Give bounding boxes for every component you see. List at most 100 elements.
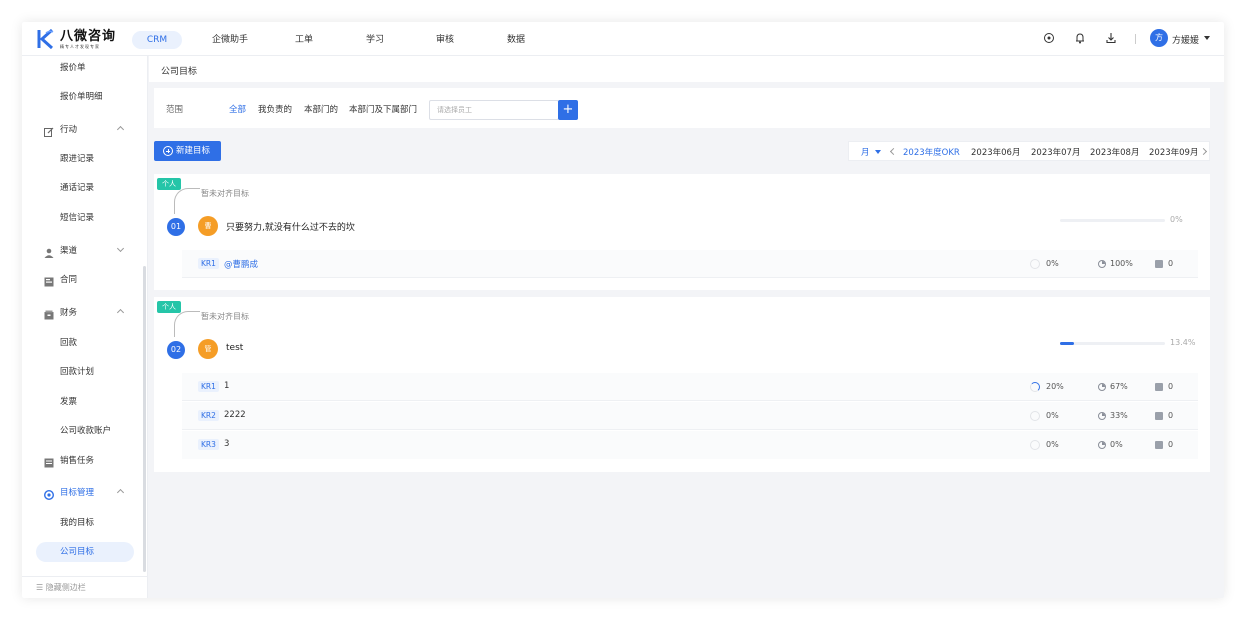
period-2023-09[interactable]: 2023年09月 bbox=[1149, 146, 1198, 158]
goal-scope-tag: 个人 bbox=[157, 301, 181, 313]
period-unit-select[interactable]: 月 bbox=[861, 146, 870, 158]
kr-row[interactable]: KR2 2222 0% 33% 0 bbox=[182, 402, 1198, 430]
download-icon[interactable] bbox=[1104, 31, 1118, 45]
app-window: 八微咨询 精专人才发现专家 CRM 企微助手 工单 学习 审核 数据 方 方媛媛… bbox=[22, 22, 1224, 598]
sidebar-group-contract[interactable]: 合同 bbox=[22, 270, 148, 290]
sidebar-item-receiving-account[interactable]: 公司收款账户 bbox=[22, 421, 148, 441]
target-icon bbox=[43, 488, 55, 501]
period-2023-okr[interactable]: 2023年度OKR bbox=[903, 146, 960, 158]
scope-filter: 范围 全部 我负责的 本部门的 本部门及下属部门 请选择员工 + bbox=[154, 88, 1210, 128]
nav-learning[interactable]: 学习 bbox=[357, 31, 393, 49]
confidence-icon bbox=[1098, 260, 1106, 268]
goal-title[interactable]: 只要努力,就没有什么过不去的坎 bbox=[226, 220, 355, 233]
wallet-icon bbox=[44, 308, 54, 320]
brand-logo[interactable]: 八微咨询 精专人才发现专家 bbox=[36, 27, 116, 51]
kr-count: 0 bbox=[1168, 382, 1174, 391]
kr-confidence: 67% bbox=[1110, 382, 1128, 391]
sidebar-scrollbar[interactable] bbox=[143, 266, 146, 572]
employee-select-input[interactable]: 请选择员工 bbox=[429, 100, 559, 120]
kr-progress: 0% bbox=[1046, 411, 1059, 420]
confidence-icon bbox=[1098, 383, 1106, 391]
chevron-right-icon[interactable] bbox=[1199, 147, 1208, 156]
goal-progress-bar bbox=[1060, 219, 1165, 222]
sidebar-group-channel[interactable]: 渠道 bbox=[22, 241, 148, 261]
goal-align-status[interactable]: 暂未对齐目标 bbox=[201, 311, 249, 322]
goal-progress-label: 0% bbox=[1170, 215, 1183, 224]
goal-title[interactable]: test bbox=[226, 343, 243, 353]
avatar: 曹 bbox=[198, 216, 218, 236]
kr-row[interactable]: KR1 @曹鹏成 0% 100% 0 bbox=[182, 250, 1198, 278]
nav-wecom-assistant[interactable]: 企微助手 bbox=[206, 31, 254, 49]
new-goal-button[interactable]: 新建目标 bbox=[154, 141, 221, 161]
nav-review[interactable]: 审核 bbox=[427, 31, 463, 49]
sidebar-group-action[interactable]: 行动 bbox=[22, 120, 148, 140]
sidebar-item-quotation-detail[interactable]: 报价单明细 bbox=[22, 87, 148, 107]
user-name[interactable]: 方媛媛 bbox=[1172, 33, 1199, 46]
period-2023-06[interactable]: 2023年06月 bbox=[971, 146, 1020, 158]
sidebar-item-company-goals[interactable]: 公司目标 bbox=[36, 542, 134, 562]
kr-confidence: 100% bbox=[1110, 259, 1133, 268]
caret-down-icon[interactable] bbox=[1204, 36, 1210, 40]
kr-row[interactable]: KR1 1 20% 67% 0 bbox=[182, 373, 1198, 401]
sidebar-group-goal-management[interactable]: 目标管理 bbox=[22, 483, 148, 503]
kr-row[interactable]: KR3 3 0% 0% 0 bbox=[182, 431, 1198, 459]
sidebar-item-quotation[interactable]: 报价单 bbox=[22, 58, 148, 78]
chevron-up-icon bbox=[116, 125, 125, 134]
sidebar-item-payment[interactable]: 回款 bbox=[22, 333, 148, 353]
sidebar-group-sales-task[interactable]: 销售任务 bbox=[22, 451, 148, 471]
contract-icon bbox=[44, 275, 54, 287]
progress-ring-icon bbox=[1030, 382, 1040, 392]
kr-confidence: 0% bbox=[1110, 440, 1123, 449]
scope-label: 范围 bbox=[166, 105, 184, 115]
sidebar-item-call-log[interactable]: 通话记录 bbox=[22, 178, 148, 198]
kr-progress: 0% bbox=[1046, 259, 1059, 268]
nav-crm[interactable]: CRM bbox=[132, 31, 182, 49]
doc-icon bbox=[1155, 383, 1163, 391]
page-title: 公司目标 bbox=[161, 67, 198, 77]
sidebar-item-sms-log[interactable]: 短信记录 bbox=[22, 208, 148, 228]
sidebar-item-my-goals[interactable]: 我的目标 bbox=[22, 513, 148, 533]
chevron-up-icon bbox=[116, 308, 125, 317]
hide-sidebar-button[interactable]: ☰ 隐藏侧边栏 bbox=[22, 576, 148, 598]
kr-text[interactable]: 3 bbox=[224, 439, 229, 449]
kr-text[interactable]: 1 bbox=[224, 381, 229, 391]
kr-text[interactable]: 2222 bbox=[224, 410, 246, 420]
kr-tag: KR3 bbox=[198, 439, 219, 450]
sidebar: 报价单 报价单明细 行动 跟进记录 通话记录 短信记录 渠道 合同 财务 回款 … bbox=[22, 56, 148, 598]
kr-text[interactable]: @曹鹏成 bbox=[224, 258, 258, 270]
scope-option-department[interactable]: 本部门的 bbox=[304, 103, 338, 115]
chevron-up-icon bbox=[116, 488, 125, 497]
nav-ticket[interactable]: 工单 bbox=[286, 31, 322, 49]
bell-icon[interactable] bbox=[1073, 31, 1087, 45]
scope-option-department-and-sub[interactable]: 本部门及下属部门 bbox=[349, 103, 417, 115]
brand-title: 八微咨询 bbox=[60, 28, 117, 44]
task-icon bbox=[44, 456, 54, 468]
progress-ring-icon bbox=[1030, 411, 1040, 421]
goal-align-status[interactable]: 暂未对齐目标 bbox=[201, 188, 249, 199]
goal-card[interactable]: 个人 暂未对齐目标 01 曹 只要努力,就没有什么过不去的坎 0% KR1 @曹… bbox=[154, 174, 1210, 290]
sidebar-group-finance[interactable]: 财务 bbox=[22, 303, 148, 323]
caret-down-icon[interactable] bbox=[875, 150, 881, 154]
scope-option-all[interactable]: 全部 bbox=[229, 103, 246, 115]
nav-data[interactable]: 数据 bbox=[498, 31, 534, 49]
goal-card[interactable]: 个人 暂未对齐目标 02 管 test 13.4% KR1 1 20% 67% … bbox=[154, 297, 1210, 472]
period-2023-08[interactable]: 2023年08月 bbox=[1090, 146, 1139, 158]
sidebar-item-payment-plan[interactable]: 回款计划 bbox=[22, 362, 148, 382]
goal-progress-bar bbox=[1060, 342, 1165, 345]
kr-progress: 20% bbox=[1046, 382, 1064, 391]
top-navbar: 八微咨询 精专人才发现专家 CRM 企微助手 工单 学习 审核 数据 方 方媛媛 bbox=[22, 22, 1224, 56]
avatar: 管 bbox=[198, 339, 218, 359]
align-connector bbox=[174, 188, 200, 214]
period-selector: 月 2023年度OKR 2023年06月 2023年07月 2023年08月 2… bbox=[848, 141, 1210, 161]
chevron-left-icon[interactable] bbox=[889, 147, 898, 156]
add-employee-button[interactable]: + bbox=[558, 100, 578, 120]
sidebar-item-invoice[interactable]: 发票 bbox=[22, 392, 148, 412]
kr-count: 0 bbox=[1168, 440, 1174, 449]
settings-circle-icon[interactable] bbox=[1042, 31, 1056, 45]
kr-progress: 0% bbox=[1046, 440, 1059, 449]
scope-option-mine[interactable]: 我负责的 bbox=[258, 103, 292, 115]
period-2023-07[interactable]: 2023年07月 bbox=[1031, 146, 1080, 158]
doc-icon bbox=[1155, 441, 1163, 449]
user-avatar[interactable]: 方 bbox=[1150, 29, 1168, 47]
sidebar-item-followup[interactable]: 跟进记录 bbox=[22, 149, 148, 169]
